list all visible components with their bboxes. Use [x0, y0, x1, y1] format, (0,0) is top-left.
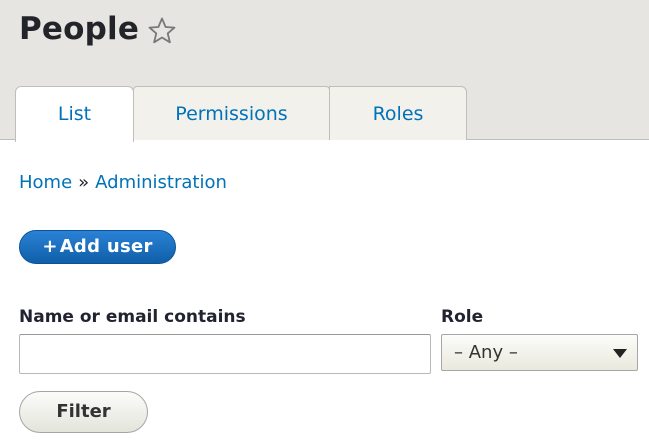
chevron-down-icon	[613, 349, 627, 358]
role-select[interactable]: – Any –	[441, 334, 638, 371]
add-user-button[interactable]: + Add user	[19, 230, 176, 264]
name-filter-label: Name or email contains	[19, 307, 246, 327]
breadcrumb-separator: »	[78, 172, 90, 193]
breadcrumb-home-link[interactable]: Home	[19, 172, 72, 193]
add-user-label: Add user	[59, 236, 153, 257]
tab-roles[interactable]: Roles	[329, 86, 467, 140]
filter-button[interactable]: Filter	[19, 391, 148, 433]
tab-permissions[interactable]: Permissions	[133, 86, 330, 140]
role-filter-label: Role	[441, 307, 484, 327]
name-email-input[interactable]	[19, 334, 431, 374]
breadcrumb-administration-link[interactable]: Administration	[95, 172, 227, 193]
page-header: People List Permissions Roles	[0, 0, 649, 142]
page-title: People	[19, 11, 140, 47]
plus-icon: +	[42, 236, 58, 257]
breadcrumb: Home » Administration	[19, 170, 227, 196]
tab-list[interactable]: List	[15, 86, 134, 142]
role-select-value: – Any –	[454, 342, 518, 363]
star-icon[interactable]	[147, 16, 177, 46]
